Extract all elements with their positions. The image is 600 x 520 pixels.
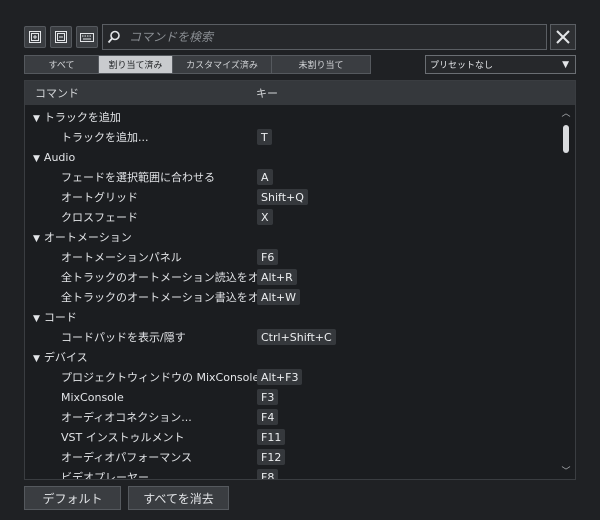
category-row[interactable]: ▼ オートメーション [25, 227, 559, 247]
command-name: MixConsole [61, 390, 124, 404]
command-row[interactable]: オートメーションパネル F6 [25, 247, 559, 267]
tab-all[interactable]: すべて [24, 55, 99, 74]
command-name: オーディオコネクション... [61, 411, 192, 424]
scroll-thumb[interactable] [563, 125, 569, 153]
key-binding[interactable]: F11 [257, 429, 286, 445]
collapse-all-button[interactable] [50, 26, 72, 48]
key-binding[interactable]: F6 [257, 249, 279, 265]
vertical-scrollbar[interactable]: ︿ ﹀ [559, 107, 573, 479]
command-name: VST インストゥルメント [61, 431, 185, 444]
search-field[interactable] [102, 24, 547, 50]
tab-unassigned[interactable]: 未割り当て [271, 55, 371, 74]
key-binding[interactable]: Alt+W [257, 289, 300, 305]
command-row[interactable]: コードパッドを表示/隠す Ctrl+Shift+C [25, 327, 559, 347]
list-rows: ▼ トラックを追加トラックを追加... T ▼ Audio フェードを選択範囲に合わせる A… [25, 107, 559, 479]
category-label: ▼ デバイス [33, 351, 88, 364]
command-name: プロジェクトウィンドウの MixConsole [61, 371, 260, 384]
collapse-triangle-icon[interactable]: ▼ [33, 234, 40, 244]
command-name: クロスフェード [61, 211, 138, 224]
command-name: 全トラックのオートメーション読込をオン/. [61, 271, 277, 284]
command-row[interactable]: オーディオパフォーマンス F12 [25, 447, 559, 467]
toolbar [24, 24, 576, 52]
preset-value: プリセットなし [430, 61, 494, 71]
command-name: オートメーションパネル [61, 251, 182, 264]
key-binding[interactable]: Shift+Q [257, 189, 308, 205]
command-list: コマンド キー ▼ トラックを追加トラックを追加... T ▼ Audio フェードを選択… [24, 80, 576, 480]
category-row[interactable]: ▼ トラックを追加 [25, 107, 559, 127]
preset-dropdown[interactable]: プリセットなし ▼ [425, 55, 576, 74]
command-row[interactable]: オーディオコネクション... F4 [25, 407, 559, 427]
collapse-triangle-icon[interactable]: ▼ [33, 154, 40, 164]
filter-tabs: すべて 割り当て済み カスタマイズ済み 未割り当て [24, 55, 371, 74]
command-row[interactable]: ビデオプレーヤー F8 [25, 467, 559, 479]
key-binding[interactable]: Alt+R [257, 269, 297, 285]
expand-all-button[interactable] [24, 26, 46, 48]
key-binding[interactable]: F8 [257, 469, 279, 479]
key-binding[interactable]: T [257, 129, 272, 145]
key-binding[interactable]: X [257, 209, 273, 225]
column-command[interactable]: コマンド [25, 85, 256, 101]
category-row[interactable]: ▼ Audio [25, 147, 559, 167]
collapse-all-icon [55, 31, 67, 43]
bottom-buttons: デフォルト すべてを消去 [24, 486, 229, 510]
collapse-triangle-icon[interactable]: ▼ [33, 354, 40, 364]
search-icon [107, 30, 120, 44]
tab-assigned[interactable]: 割り当て済み [98, 55, 173, 74]
command-name: オートグリッド [61, 191, 138, 204]
collapse-triangle-icon[interactable]: ▼ [33, 114, 40, 124]
collapse-triangle-icon[interactable]: ▼ [33, 314, 40, 324]
expand-all-icon [29, 31, 41, 43]
dropdown-arrow-icon: ▼ [562, 59, 569, 70]
tab-customized[interactable]: カスタマイズ済み [172, 55, 272, 74]
key-binding[interactable]: Alt+F3 [257, 369, 303, 385]
command-name: 全トラックのオートメーション書込をオン/. [61, 291, 277, 304]
key-commands-window: すべて 割り当て済み カスタマイズ済み 未割り当て プリセットなし ▼ コマンド… [0, 0, 600, 520]
category-label: ▼ Audio [33, 150, 76, 164]
command-name: ビデオプレーヤー [61, 471, 149, 479]
keyboard-icon [80, 33, 94, 42]
scroll-down-icon[interactable]: ﹀ [561, 467, 571, 477]
command-name: トラックを追加... [61, 131, 149, 144]
category-row[interactable]: ▼ コード [25, 307, 559, 327]
default-button[interactable]: デフォルト [24, 486, 121, 510]
command-row[interactable]: クロスフェード X [25, 207, 559, 227]
key-binding[interactable]: F3 [257, 389, 279, 405]
search-input[interactable] [127, 29, 546, 45]
command-row[interactable]: フェードを選択範囲に合わせる A [25, 167, 559, 187]
command-row[interactable]: VST インストゥルメント F11 [25, 427, 559, 447]
command-row[interactable]: MixConsole F3 [25, 387, 559, 407]
command-row[interactable]: オートグリッド Shift+Q [25, 187, 559, 207]
key-binding[interactable]: F12 [257, 449, 286, 465]
command-name: フェードを選択範囲に合わせる [61, 171, 215, 184]
command-row[interactable]: トラックを追加... T [25, 127, 559, 147]
category-label: ▼ トラックを追加 [33, 111, 121, 124]
command-name: オーディオパフォーマンス [61, 451, 193, 464]
category-label: ▼ オートメーション [33, 231, 132, 244]
category-label: ▼ コード [33, 311, 77, 324]
close-icon [556, 30, 570, 44]
list-header: コマンド キー [25, 81, 575, 105]
command-name: コードパッドを表示/隠す [61, 331, 186, 344]
command-row[interactable]: 全トラックのオートメーション読込をオン/. Alt+R [25, 267, 559, 287]
column-key[interactable]: キー [256, 85, 278, 101]
key-binding[interactable]: Ctrl+Shift+C [257, 329, 336, 345]
key-binding[interactable]: F4 [257, 409, 279, 425]
command-row[interactable]: プロジェクトウィンドウの MixConsole Alt+F3 [25, 367, 559, 387]
keyboard-button[interactable] [76, 26, 98, 48]
key-binding[interactable]: A [257, 169, 273, 185]
category-row[interactable]: ▼ デバイス [25, 347, 559, 367]
clear-all-button[interactable]: すべてを消去 [128, 486, 229, 510]
command-row[interactable]: 全トラックのオートメーション書込をオン/. Alt+W [25, 287, 559, 307]
clear-search-button[interactable] [550, 24, 576, 50]
scroll-up-icon[interactable]: ︿ [561, 109, 571, 119]
